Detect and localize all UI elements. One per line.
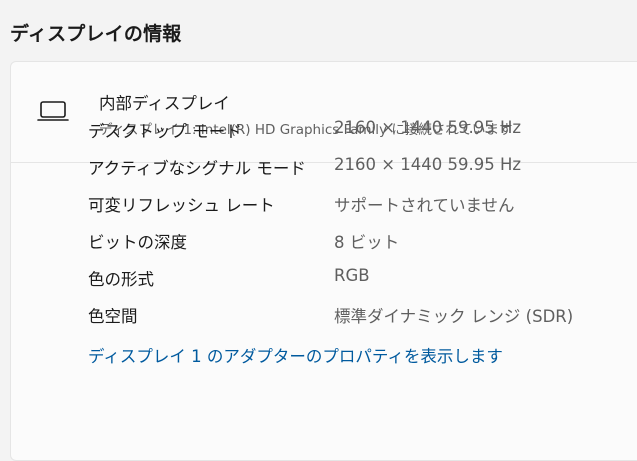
property-row: デスクトップ モード 2160 × 1440 59.95 Hz [88,118,628,155]
property-label: 色の形式 [88,270,154,289]
property-row: ビットの深度 8 ビット [88,229,628,266]
property-value: RGB [334,266,370,285]
adapter-properties-link[interactable]: ディスプレイ 1 のアダプターのプロパティを表示します [88,343,503,367]
property-label: 可変リフレッシュ レート [88,196,275,215]
property-label: ビットの深度 [88,233,187,252]
property-label: 色空間 [88,307,138,326]
property-value: 標準ダイナミック レンジ (SDR) [334,307,574,326]
property-label: アクティブなシグナル モード [88,159,306,178]
page-title: ディスプレイの情報 [10,23,182,45]
property-value: 2160 × 1440 59.95 Hz [334,155,522,174]
laptop-icon [37,99,69,123]
property-value: 2160 × 1440 59.95 Hz [334,118,522,137]
property-label: デスクトップ モード [88,122,242,141]
property-value: 8 ビット [334,233,400,252]
property-row: アクティブなシグナル モード 2160 × 1440 59.95 Hz [88,155,628,192]
property-row: 可変リフレッシュ レート サポートされていません [88,192,628,229]
property-row: 色の形式 RGB [88,266,628,303]
display-name: 内部ディスプレイ [99,94,230,113]
property-row: 色空間 標準ダイナミック レンジ (SDR) [88,303,628,340]
display-properties-list: デスクトップ モード 2160 × 1440 59.95 Hz アクティブなシグ… [88,118,628,340]
property-value: サポートされていません [334,196,515,215]
